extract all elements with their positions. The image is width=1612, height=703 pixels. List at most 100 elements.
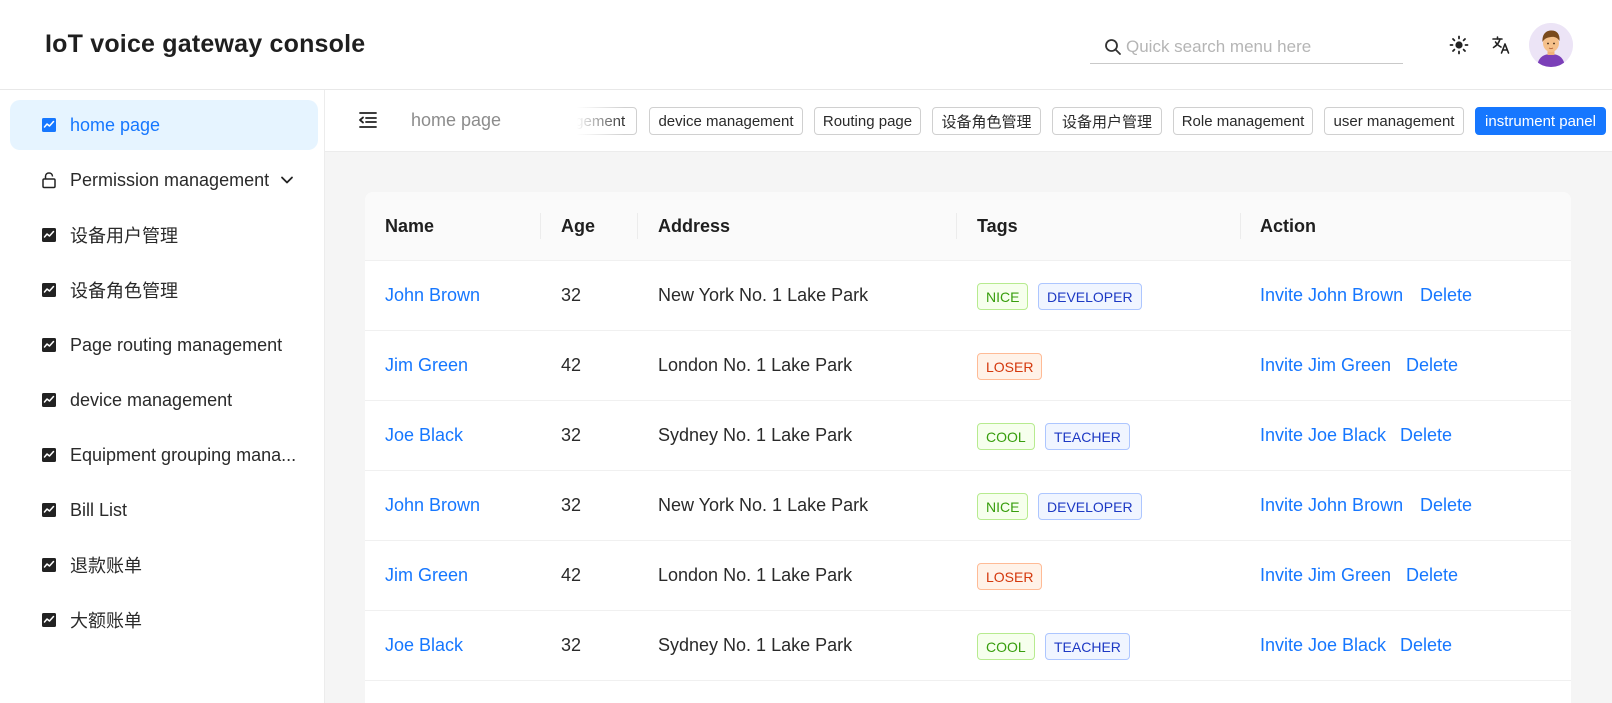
tab-routing-page[interactable]: Routing page (814, 107, 921, 135)
app-title: IoT voice gateway console (45, 30, 366, 58)
chevron-down-icon[interactable] (278, 171, 296, 189)
invite-link[interactable]: Invite John Brown (1260, 495, 1403, 516)
tag-badge: DEVELOPER (1038, 283, 1142, 310)
sidebar-item-equipment-grouping[interactable]: Equipment grouping mana... (10, 430, 318, 480)
name-link[interactable]: Jim Green (385, 565, 468, 586)
name-link[interactable]: Joe Black (385, 425, 463, 446)
invite-link[interactable]: Invite Joe Black (1260, 635, 1386, 656)
tab-instrument-panel[interactable]: instrument panel (1475, 107, 1606, 135)
tab-role-management[interactable]: Role management (1173, 107, 1313, 135)
tab-device-user-management[interactable]: 设备用户管理 (1052, 107, 1162, 135)
chart-icon (40, 501, 58, 519)
column-header-tags: Tags (977, 216, 1018, 236)
table-row: Joe Black 32 Sydney No. 1 Lake Park COOL… (365, 611, 1571, 681)
delete-link[interactable]: Delete (1400, 425, 1452, 446)
sidebar-item-label: Bill List (70, 499, 128, 520)
tag-badge: COOL (977, 633, 1035, 660)
sidebar-item-label: 设备用户管理 (70, 226, 178, 246)
menu-collapse-icon[interactable] (357, 109, 381, 133)
sidebar-item-label: 设备角色管理 (70, 281, 178, 301)
column-divider (637, 213, 638, 239)
column-header-name: Name (385, 216, 435, 236)
delete-link[interactable]: Delete (1420, 285, 1472, 306)
age-cell: 32 (561, 285, 582, 305)
name-link[interactable]: Joe Black (385, 635, 463, 656)
table-row: Jim Green 42 London No. 1 Lake Park LOSE… (365, 541, 1571, 611)
sidebar-item-refund-bill[interactable]: 退款账单 (10, 540, 318, 590)
sidebar-item-home-page[interactable]: home page (10, 100, 318, 150)
tag-badge: TEACHER (1045, 633, 1130, 660)
sidebar-item-permission-management[interactable]: Permission management (10, 155, 318, 205)
column-divider (540, 213, 541, 239)
tab-device-management[interactable]: device management (649, 107, 803, 135)
column-header-address: Address (658, 216, 731, 236)
table-header: Name Age Address Tags Action (365, 192, 1571, 261)
table-row: John Brown 32 New York No. 1 Lake Park N… (365, 471, 1571, 541)
invite-link[interactable]: Invite John Brown (1260, 285, 1403, 306)
name-link[interactable]: John Brown (385, 495, 480, 516)
tag-badge: DEVELOPER (1038, 493, 1142, 520)
address-cell: New York No. 1 Lake Park (658, 285, 869, 305)
delete-link[interactable]: Delete (1400, 635, 1452, 656)
invite-link[interactable]: Invite Jim Green (1260, 355, 1391, 376)
address-cell: London No. 1 Lake Park (658, 355, 853, 375)
tag-badge: NICE (977, 283, 1029, 310)
sidebar-item-bill-list[interactable]: Bill List (10, 485, 318, 535)
chart-icon (40, 281, 58, 299)
data-table-card: Name Age Address Tags Action John Brown … (365, 192, 1571, 703)
column-divider (956, 213, 957, 239)
delete-link[interactable]: Delete (1420, 495, 1472, 516)
age-cell: 32 (561, 425, 582, 445)
sidebar-item-device-management[interactable]: device management (10, 375, 318, 425)
chart-icon (40, 391, 58, 409)
search-input[interactable] (1126, 36, 1396, 57)
tab-role-management-partial[interactable]: agement (565, 107, 637, 135)
name-link[interactable]: Jim Green (385, 355, 468, 376)
sun-icon[interactable] (1447, 33, 1471, 57)
tag-badge: LOSER (977, 563, 1043, 590)
sidebar-item-label: Equipment grouping mana... (70, 444, 297, 465)
table-row: Jim Green 42 London No. 1 Lake Park LOSE… (365, 331, 1571, 401)
invite-link[interactable]: Invite Joe Black (1260, 425, 1386, 446)
tag-badge: LOSER (977, 353, 1043, 380)
delete-link[interactable]: Delete (1406, 565, 1458, 586)
search-box[interactable] (1090, 30, 1403, 64)
chart-icon (40, 611, 58, 629)
sidebar: home page Permission management 设备用户管理 设… (0, 90, 325, 703)
lock-icon (40, 171, 58, 189)
sidebar-item-label: 退款账单 (70, 556, 142, 576)
chart-icon (40, 116, 58, 134)
age-cell: 42 (561, 565, 582, 585)
column-header-age: Age (561, 216, 596, 236)
sidebar-item-label: device management (70, 389, 233, 410)
invite-link[interactable]: Invite Jim Green (1260, 565, 1391, 586)
user-avatar[interactable] (1529, 23, 1573, 67)
sidebar-item-label: Page routing management (70, 334, 283, 355)
delete-link[interactable]: Delete (1406, 355, 1458, 376)
address-cell: Sydney No. 1 Lake Park (658, 635, 853, 655)
translate-icon[interactable] (1489, 33, 1513, 57)
chart-icon (40, 336, 58, 354)
search-icon (1102, 36, 1124, 58)
visited-tags-strip: agement device management Routing page 设… (565, 107, 1612, 135)
sidebar-item-label: home page (70, 114, 161, 135)
sidebar-item-device-user-management[interactable]: 设备用户管理 (10, 210, 318, 260)
breadcrumb[interactable]: home page (411, 110, 501, 131)
address-cell: Sydney No. 1 Lake Park (658, 425, 853, 445)
sidebar-item-label: Permission management (70, 169, 270, 190)
name-link[interactable]: John Brown (385, 285, 480, 306)
sidebar-item-large-bill[interactable]: 大额账单 (10, 595, 318, 645)
sidebar-item-device-role-management[interactable]: 设备角色管理 (10, 265, 318, 315)
chart-icon (40, 446, 58, 464)
table-row: John Brown 32 New York No. 1 Lake Park N… (365, 261, 1571, 331)
column-divider (1240, 213, 1241, 239)
table-row: Joe Black 32 Sydney No. 1 Lake Park COOL… (365, 401, 1571, 471)
top-header: IoT voice gateway console (0, 0, 1612, 90)
tag-badge: TEACHER (1045, 423, 1130, 450)
tab-bar: home page agement device management Rout… (325, 90, 1612, 152)
address-cell: London No. 1 Lake Park (658, 565, 853, 585)
tab-device-role-management[interactable]: 设备角色管理 (932, 107, 1041, 135)
tab-user-management[interactable]: user management (1324, 107, 1464, 135)
sidebar-item-page-routing-management[interactable]: Page routing management (10, 320, 318, 370)
age-cell: 42 (561, 355, 582, 375)
